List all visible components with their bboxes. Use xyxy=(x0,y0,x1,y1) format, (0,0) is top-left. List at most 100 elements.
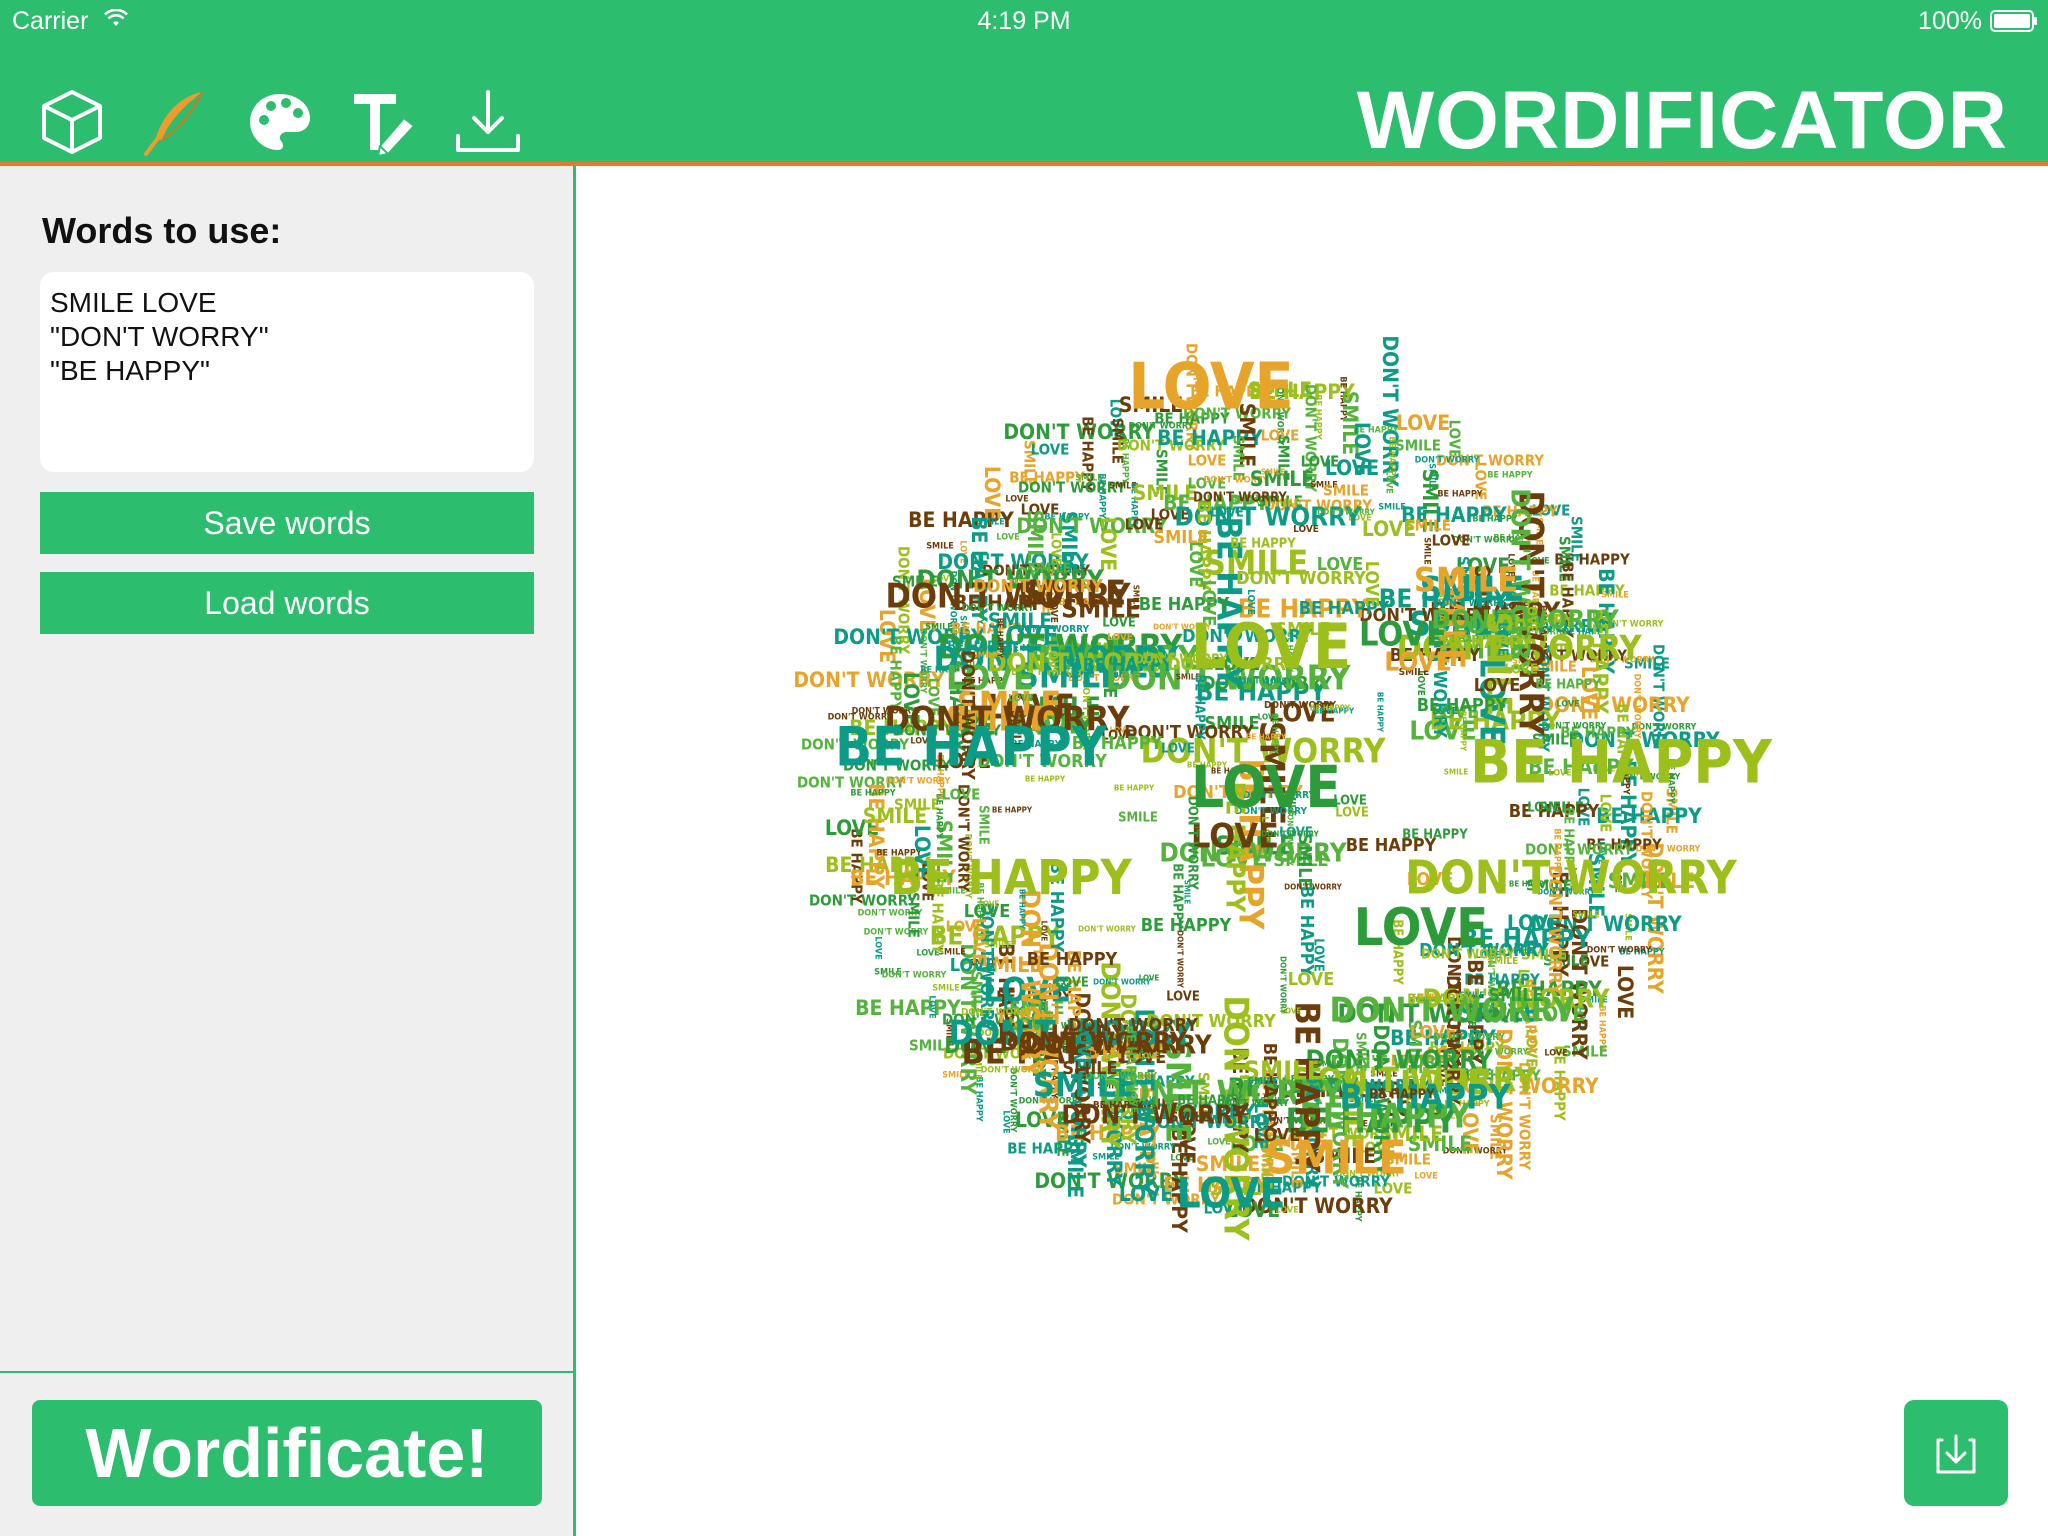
cloud-word: SMILE xyxy=(1265,1131,1406,1185)
cloud-word: DON'T WORRY xyxy=(1008,1068,1018,1133)
cloud-word: SMILE xyxy=(1148,1096,1157,1121)
cloud-word: LOVE xyxy=(1432,532,1471,550)
cloud-word: SMILE xyxy=(1444,768,1469,777)
cloud-word: LOVE xyxy=(1414,1172,1437,1182)
cloud-word: LOVE xyxy=(1188,452,1227,470)
cloud-word: DON'T WORRY xyxy=(973,576,1103,597)
feather-icon[interactable] xyxy=(140,86,212,158)
cloud-word: BE HAPPY xyxy=(1114,784,1155,793)
cloud-word: BE HAPPY xyxy=(1141,915,1232,936)
cloud-word: DON'T WORRY xyxy=(1433,1032,1506,1043)
cube-icon[interactable] xyxy=(36,86,108,158)
cloud-word: DON'T WORRY xyxy=(1415,456,1480,466)
sidebar-divider xyxy=(0,1371,573,1373)
cloud-word: SMILE xyxy=(1230,435,1248,481)
cloud-word: DON'T WORRY xyxy=(1261,830,1319,839)
cloud-word: BE HAPPY xyxy=(1459,711,1468,752)
save-words-button[interactable]: Save words xyxy=(40,492,534,554)
cloud-word: LOVE xyxy=(1096,517,1120,571)
cloud-word: BE HAPPY xyxy=(1097,473,1107,518)
cloud-word: DON'T WORRY xyxy=(1317,508,1375,517)
cloud-word: LOVE xyxy=(1210,506,1244,521)
cloud-word: BE HAPPY xyxy=(1170,863,1185,929)
cloud-word: SMILE xyxy=(1488,985,1543,1006)
cloud-word: BE HAPPY xyxy=(1535,678,1601,693)
load-words-button[interactable]: Load words xyxy=(40,572,534,634)
cloud-word: BE HAPPY xyxy=(1177,1094,1243,1109)
canvas-area: SMILE DON'T WORRY SMILE DON'T WORRY BE HAPPY… xyxy=(576,166,2048,1536)
cloud-word: SMILE xyxy=(1353,1032,1368,1072)
cloud-word: LOVE xyxy=(1128,1087,1139,1113)
app-header: Carrier 4:19 PM 100% WORDIFICATOR xyxy=(0,0,2048,166)
cloud-word: DON'T WORRY xyxy=(1068,1015,1198,1036)
cloud-word: BE HAPPY xyxy=(1246,733,1287,742)
cloud-word: SMILE xyxy=(1031,562,1071,577)
cloud-word: DON'T WORRY xyxy=(1279,956,1288,1014)
cloud-word: BE HAPPY xyxy=(1310,704,1351,713)
wordificate-button[interactable]: Wordificate! xyxy=(32,1400,542,1506)
cloud-word: SMILE xyxy=(1395,437,1441,455)
cloud-word: BE HAPPY xyxy=(1437,490,1482,500)
word-cloud: SMILEDON'T WORRYSMILEDON'T WORRYBE HAPPY… xyxy=(793,335,1773,1241)
cloud-word: SMILE xyxy=(1317,1060,1342,1069)
cloud-word: LOVE xyxy=(942,786,981,804)
cloud-word: LOVE xyxy=(1055,976,1089,991)
cloud-word: LOVE xyxy=(1527,801,1561,816)
cloud-word: SMILE xyxy=(1261,468,1286,477)
cloud-word: LOVE xyxy=(1384,470,1394,493)
cloud-word: BE HAPPY xyxy=(835,716,1108,779)
cloud-word: LOVE xyxy=(1045,643,1060,677)
cloud-word: SMILE xyxy=(1170,1111,1210,1126)
words-input[interactable] xyxy=(40,272,534,472)
cloud-word: LOVE xyxy=(968,918,989,965)
cloud-word: LOVE xyxy=(1293,524,1319,535)
cloud-word: LOVE xyxy=(1325,456,1379,480)
cloud-word: LOVE xyxy=(873,936,883,959)
cloud-word: BE HAPPY xyxy=(890,850,1132,906)
download-icon xyxy=(1936,1434,1976,1474)
cloud-word: DON'T WORRY xyxy=(1284,883,1342,892)
cloud-word: DON'T WORRY xyxy=(1176,930,1185,988)
cloud-word: BE HAPPY xyxy=(1442,632,1533,653)
cloud-word: SMILE xyxy=(1153,527,1208,548)
cloud-word: LOVE xyxy=(1354,898,1489,958)
cloud-word: SMILE xyxy=(1414,561,1518,601)
cloud-word: LOVE xyxy=(1191,753,1341,821)
cloud-word: LOVE xyxy=(1191,610,1351,683)
cloud-word: SMILE xyxy=(1118,811,1158,826)
cloud-word: SMILE xyxy=(1378,503,1406,513)
cloud-word: SMILE xyxy=(932,984,960,994)
cloud-word: BE HAPPY xyxy=(1369,1088,1435,1103)
cloud-word: BE HAPPY xyxy=(850,789,895,799)
battery-icon xyxy=(1990,10,2037,32)
cloud-word: LOVE xyxy=(980,466,1004,520)
cloud-word: SMILE xyxy=(894,796,940,814)
cloud-word: LOVE xyxy=(1166,990,1200,1005)
palette-icon[interactable] xyxy=(244,86,316,158)
cloud-word: LOVE xyxy=(1613,965,1637,1019)
cloud-word: BE HAPPY xyxy=(1487,471,1532,481)
text-edit-icon[interactable] xyxy=(348,86,420,158)
status-time: 4:19 PM xyxy=(977,7,1071,35)
cloud-word: SMILE xyxy=(1248,1076,1279,1087)
cloud-word: LOVE xyxy=(1139,1052,1160,1061)
cloud-word: DON'T WORRY xyxy=(1405,851,1738,905)
cloud-word: BE HAPPY xyxy=(1296,886,1317,977)
download-icon[interactable] xyxy=(452,86,524,158)
cloud-word: SMILE xyxy=(1572,911,1600,921)
cloud-word: BE HAPPY xyxy=(1230,537,1296,552)
cloud-word: BE HAPPY xyxy=(996,618,1005,659)
cloud-word: LOVE xyxy=(1544,1049,1567,1059)
cloud-word: BE HAPPY xyxy=(1376,692,1385,733)
sidebar: Words to use: Save words Load words Word… xyxy=(0,166,576,1536)
cloud-word: LOVE xyxy=(1128,351,1294,425)
cloud-word: BE HAPPY xyxy=(1402,828,1468,843)
battery-percent: 100% xyxy=(1918,7,1982,35)
cloud-word: SMILE xyxy=(1294,833,1315,888)
app-title: WORDIFICATOR xyxy=(1356,75,2008,166)
cloud-word: LOVE xyxy=(1139,974,1160,983)
cloud-word: SMILE xyxy=(976,805,991,845)
download-fab[interactable] xyxy=(1904,1400,2008,1506)
cloud-word: DON'T WORRY xyxy=(882,971,947,981)
cloud-word: BE HAPPY xyxy=(1407,993,1473,1008)
